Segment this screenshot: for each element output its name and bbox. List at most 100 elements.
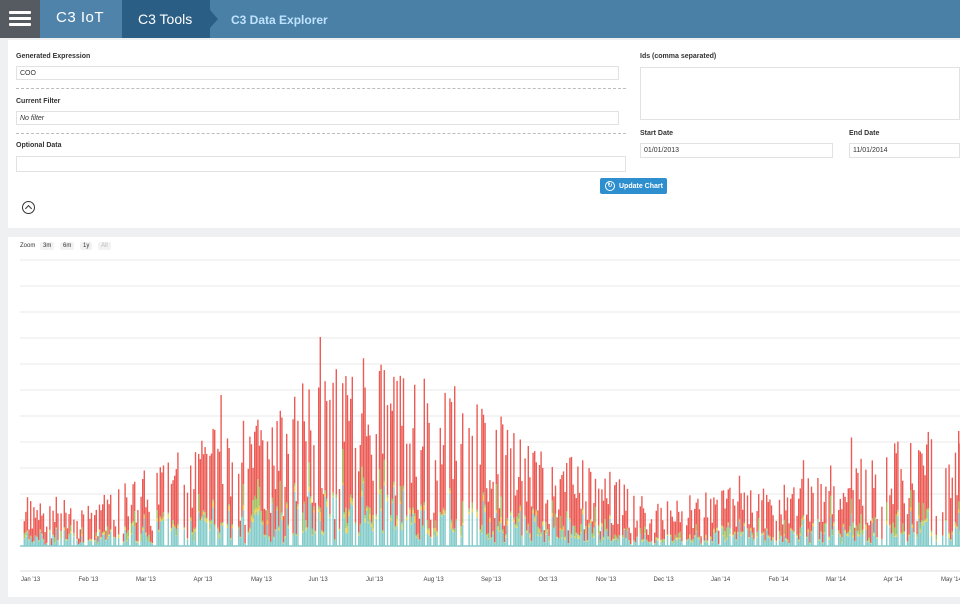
bar-segment bbox=[839, 498, 841, 534]
bar-segment bbox=[510, 511, 512, 514]
bar-segment bbox=[922, 503, 925, 522]
bar-segment bbox=[724, 540, 726, 542]
bar-segment bbox=[162, 520, 165, 546]
bar-segment bbox=[713, 528, 715, 530]
query-form-panel: Generated Expression COO Current Filter … bbox=[8, 40, 960, 228]
bar-segment bbox=[311, 502, 313, 529]
bar-segment bbox=[284, 486, 286, 537]
bar-segment bbox=[338, 530, 341, 546]
bar-segment bbox=[311, 528, 313, 535]
bar-segment bbox=[263, 534, 265, 536]
bar-segment bbox=[750, 530, 752, 546]
start-date-input[interactable]: 01/01/2013 bbox=[640, 143, 833, 158]
breadcrumb-arrow-icon bbox=[210, 10, 218, 28]
bar-segment bbox=[348, 515, 350, 546]
bar-segment bbox=[926, 522, 928, 546]
bar-segment bbox=[262, 525, 264, 546]
bar-segment bbox=[450, 519, 453, 523]
bar-segment bbox=[276, 506, 278, 510]
bar-segment bbox=[214, 524, 216, 527]
bar-segment bbox=[54, 543, 56, 546]
bar-segment bbox=[468, 428, 470, 509]
bar-segment bbox=[257, 479, 259, 510]
bar-segment bbox=[548, 524, 550, 537]
bar-segment bbox=[380, 364, 382, 489]
bar-segment bbox=[52, 510, 54, 535]
bar-segment bbox=[481, 408, 483, 525]
bar-segment bbox=[305, 527, 307, 532]
bar-segment bbox=[532, 508, 534, 511]
bar-segment bbox=[89, 518, 91, 539]
bar-segment bbox=[318, 387, 320, 506]
bar-segment bbox=[66, 539, 69, 546]
bar-segment bbox=[673, 540, 675, 544]
current-filter-field[interactable]: No filter bbox=[16, 111, 619, 125]
bar-segment bbox=[785, 538, 787, 540]
bar-segment bbox=[927, 508, 929, 511]
bar-segment bbox=[614, 485, 616, 535]
bar-segment bbox=[858, 534, 861, 537]
bar-segment bbox=[345, 532, 347, 546]
bar-segment bbox=[740, 493, 742, 532]
bar-segment bbox=[361, 490, 363, 497]
end-date-input[interactable]: 11/01/2014 bbox=[849, 143, 960, 158]
bar-segment bbox=[900, 469, 902, 533]
c3-tools-link[interactable]: C3 Tools bbox=[122, 0, 210, 38]
bar-segment bbox=[49, 506, 51, 530]
update-chart-button[interactable]: ↻ Update Chart bbox=[600, 178, 667, 194]
c3-iot-logo[interactable]: C3 IoT bbox=[40, 0, 122, 38]
bar-segment bbox=[807, 478, 809, 529]
bar-segment bbox=[692, 528, 694, 540]
bar-segment bbox=[239, 537, 241, 546]
bar-segment bbox=[538, 528, 541, 530]
bar-segment bbox=[50, 545, 53, 546]
bar-segment bbox=[942, 512, 944, 536]
bar-segment bbox=[402, 378, 405, 486]
optional-data-input[interactable] bbox=[16, 156, 626, 172]
bar-segment bbox=[193, 528, 195, 541]
bar-segment bbox=[823, 532, 825, 534]
bar-segment bbox=[430, 537, 432, 538]
bar-segment bbox=[551, 516, 553, 546]
bar-segment bbox=[265, 510, 267, 535]
bar-segment bbox=[750, 527, 752, 529]
menu-icon[interactable] bbox=[0, 0, 40, 38]
bar-segment bbox=[351, 498, 353, 502]
bar-segment bbox=[566, 518, 568, 546]
bar-segment bbox=[625, 537, 627, 539]
generated-expression-field[interactable]: COO bbox=[16, 66, 619, 80]
bar-segment bbox=[662, 538, 664, 543]
chevron-up-icon[interactable] bbox=[22, 201, 35, 214]
bar-segment bbox=[222, 522, 224, 524]
bar-segment bbox=[143, 518, 145, 546]
bar-segment bbox=[434, 531, 437, 546]
bar-segment bbox=[766, 529, 768, 531]
bar-segment bbox=[172, 524, 174, 527]
bar-segment bbox=[703, 517, 705, 541]
bar-segment bbox=[444, 392, 446, 511]
bar-segment bbox=[335, 498, 337, 546]
bar-segment bbox=[193, 540, 195, 546]
bar-segment bbox=[364, 387, 366, 516]
bar-segment bbox=[785, 538, 787, 539]
bar-segment bbox=[593, 527, 595, 536]
bar-segment bbox=[610, 542, 613, 546]
stacked-bar-chart[interactable]: Jan '13 Feb '13 Mar '13 Apr '13 May '13 Jun '… bbox=[8, 237, 960, 597]
bar-segment bbox=[34, 517, 37, 536]
bar-segment bbox=[956, 528, 958, 546]
bar-segment bbox=[110, 529, 112, 531]
bar-segment bbox=[604, 478, 606, 519]
bar-segment bbox=[158, 504, 160, 530]
bar-segment bbox=[198, 454, 200, 495]
bar-segment bbox=[230, 496, 232, 538]
x-tick-label: Feb '13 bbox=[79, 577, 99, 583]
bar-segment bbox=[406, 443, 408, 516]
bar-segment bbox=[426, 533, 429, 546]
bar-segment bbox=[769, 499, 771, 537]
ids-textarea[interactable] bbox=[640, 67, 960, 120]
bar-segment bbox=[521, 535, 523, 537]
bar-segment bbox=[793, 487, 795, 532]
bar-segment bbox=[324, 490, 326, 494]
bar-segment bbox=[156, 521, 158, 546]
bar-segment bbox=[220, 525, 222, 546]
